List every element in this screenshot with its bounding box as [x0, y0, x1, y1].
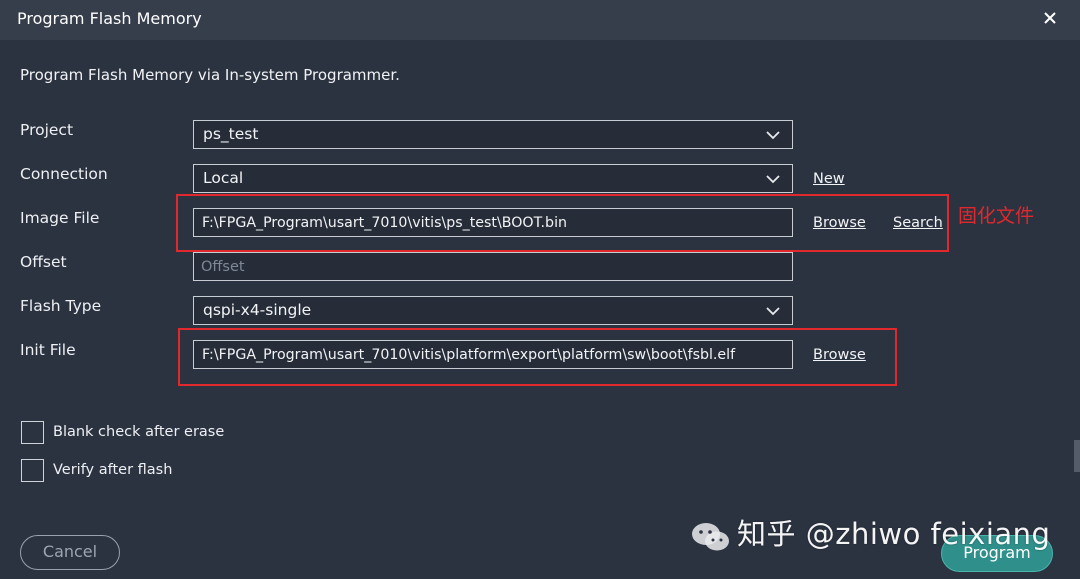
connection-select[interactable]: Local — [193, 164, 793, 193]
cancel-button[interactable]: Cancel — [20, 535, 120, 570]
offset-label: Offset — [20, 253, 67, 271]
blank-check-label: Blank check after erase — [53, 424, 225, 440]
chevron-down-icon — [766, 175, 780, 184]
flash-type-label: Flash Type — [20, 297, 102, 315]
wechat-logo-icon — [692, 523, 729, 551]
new-connection-link[interactable]: New — [813, 171, 845, 187]
connection-value: Local — [203, 169, 244, 187]
init-file-highlight — [178, 328, 897, 386]
project-select[interactable]: ps_test — [193, 120, 793, 149]
dialog-title: Program Flash Memory — [17, 9, 202, 28]
chevron-down-icon — [766, 131, 780, 140]
project-label: Project — [20, 121, 74, 139]
flash-type-value: qspi-x4-single — [203, 301, 312, 319]
offset-field[interactable] — [193, 252, 793, 281]
program-flash-dialog: Program Flash Memory Program Flash Memor… — [0, 0, 1080, 579]
watermark-text: 知乎 @zhiwo feixiang — [737, 517, 1051, 551]
chevron-down-icon — [766, 307, 780, 316]
offset-input[interactable] — [194, 253, 792, 280]
edge-scroll-handle — [1074, 440, 1080, 472]
connection-label: Connection — [20, 165, 108, 183]
image-file-highlight — [176, 194, 949, 252]
verify-label: Verify after flash — [53, 462, 173, 478]
annotation-label: 固化文件 — [958, 205, 1035, 227]
close-icon[interactable] — [1038, 6, 1062, 30]
verify-checkbox[interactable] — [21, 459, 44, 482]
title-bar: Program Flash Memory — [0, 0, 1080, 40]
dialog-description: Program Flash Memory via In-system Progr… — [20, 66, 400, 84]
blank-check-checkbox[interactable] — [21, 421, 44, 444]
project-value: ps_test — [203, 125, 259, 143]
image-file-label: Image File — [20, 209, 100, 227]
init-file-label: Init File — [20, 341, 76, 359]
flash-type-select[interactable]: qspi-x4-single — [193, 296, 793, 325]
